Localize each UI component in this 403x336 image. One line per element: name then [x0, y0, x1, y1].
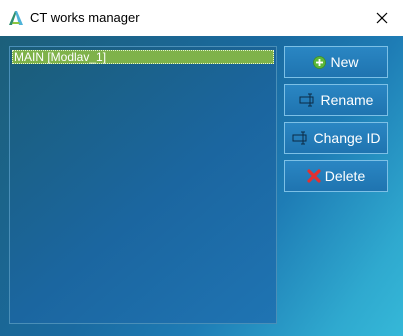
rename-icon — [292, 131, 310, 145]
window-title: CT works manager — [30, 10, 140, 25]
change-id-button[interactable]: Change ID — [284, 122, 388, 154]
app-logo-icon — [8, 10, 24, 26]
rename-icon — [299, 93, 317, 107]
close-icon — [376, 12, 388, 24]
list-item[interactable]: MAIN [Modlav_1] — [12, 50, 274, 64]
new-button-label: New — [330, 54, 359, 70]
rename-button-label: Rename — [320, 92, 374, 108]
title-bar: CT works manager — [0, 0, 403, 36]
plus-circle-icon — [313, 55, 327, 69]
change-id-button-label: Change ID — [313, 130, 381, 146]
new-button[interactable]: New — [284, 46, 388, 78]
delete-button-label: Delete — [324, 168, 366, 184]
dialog-window: CT works manager MAIN [Modlav_1] New Ren… — [0, 0, 403, 336]
delete-button[interactable]: Delete — [284, 160, 388, 192]
delete-x-icon — [307, 169, 321, 183]
close-button[interactable] — [361, 0, 403, 36]
works-listbox[interactable]: MAIN [Modlav_1] — [9, 46, 277, 324]
rename-button[interactable]: Rename — [284, 84, 388, 116]
